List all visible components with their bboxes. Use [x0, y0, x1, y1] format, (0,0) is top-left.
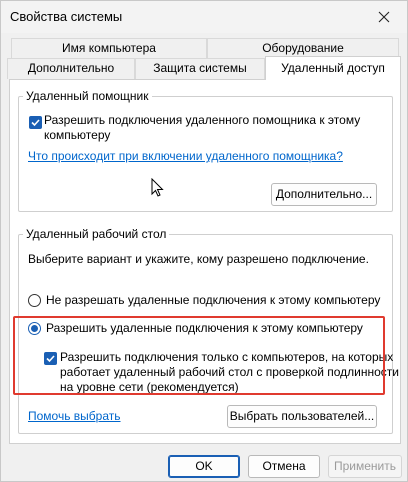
- tab-label: Оборудование: [262, 41, 344, 55]
- select-users-button[interactable]: Выбрать пользователей...: [227, 405, 377, 428]
- allow-remote-assistance-checkbox[interactable]: [29, 116, 42, 129]
- system-properties-window: Свойства системы Имя компьютера Оборудов…: [0, 0, 408, 482]
- tab-label: Дополнительно: [27, 61, 115, 75]
- help-choose-link[interactable]: Помочь выбрать: [28, 409, 121, 423]
- checkmark-icon: [31, 119, 40, 127]
- remote-assistance-info-link[interactable]: Что происходит при включении удаленного …: [28, 149, 343, 163]
- tab-advanced[interactable]: Дополнительно: [7, 58, 135, 79]
- tab-label: Защита системы: [153, 61, 247, 75]
- remote-assistance-legend: Удаленный помощник: [23, 89, 152, 103]
- cancel-button[interactable]: Отмена: [248, 455, 320, 478]
- mouse-cursor-icon: [151, 178, 164, 197]
- title-bar: Свойства системы: [1, 1, 407, 33]
- remote-desktop-legend: Удаленный рабочий стол: [23, 227, 170, 241]
- tab-system-protection[interactable]: Защита системы: [135, 58, 265, 79]
- deny-remote-radio[interactable]: [28, 294, 41, 307]
- highlight-frame: [13, 316, 385, 395]
- tab-remote[interactable]: Удаленный доступ: [265, 56, 401, 80]
- apply-button[interactable]: Применить: [328, 455, 402, 478]
- window-title: Свойства системы: [10, 9, 123, 24]
- close-icon: [378, 11, 390, 23]
- remote-desktop-instruction: Выберите вариант и укажите, кому разреше…: [28, 252, 369, 266]
- close-button[interactable]: [361, 1, 407, 33]
- ok-button[interactable]: OK: [168, 455, 240, 478]
- allow-remote-assistance-label-line2: компьютеру: [44, 128, 111, 142]
- tab-label: Удаленный доступ: [281, 61, 385, 75]
- allow-remote-assistance-label-line1: Разрешить подключения удаленного помощни…: [44, 113, 361, 127]
- tab-label: Имя компьютера: [62, 41, 156, 55]
- advanced-button[interactable]: Дополнительно...: [271, 183, 377, 206]
- tab-computer-name[interactable]: Имя компьютера: [11, 38, 207, 59]
- deny-remote-label: Не разрешать удаленные подключения к это…: [46, 293, 381, 307]
